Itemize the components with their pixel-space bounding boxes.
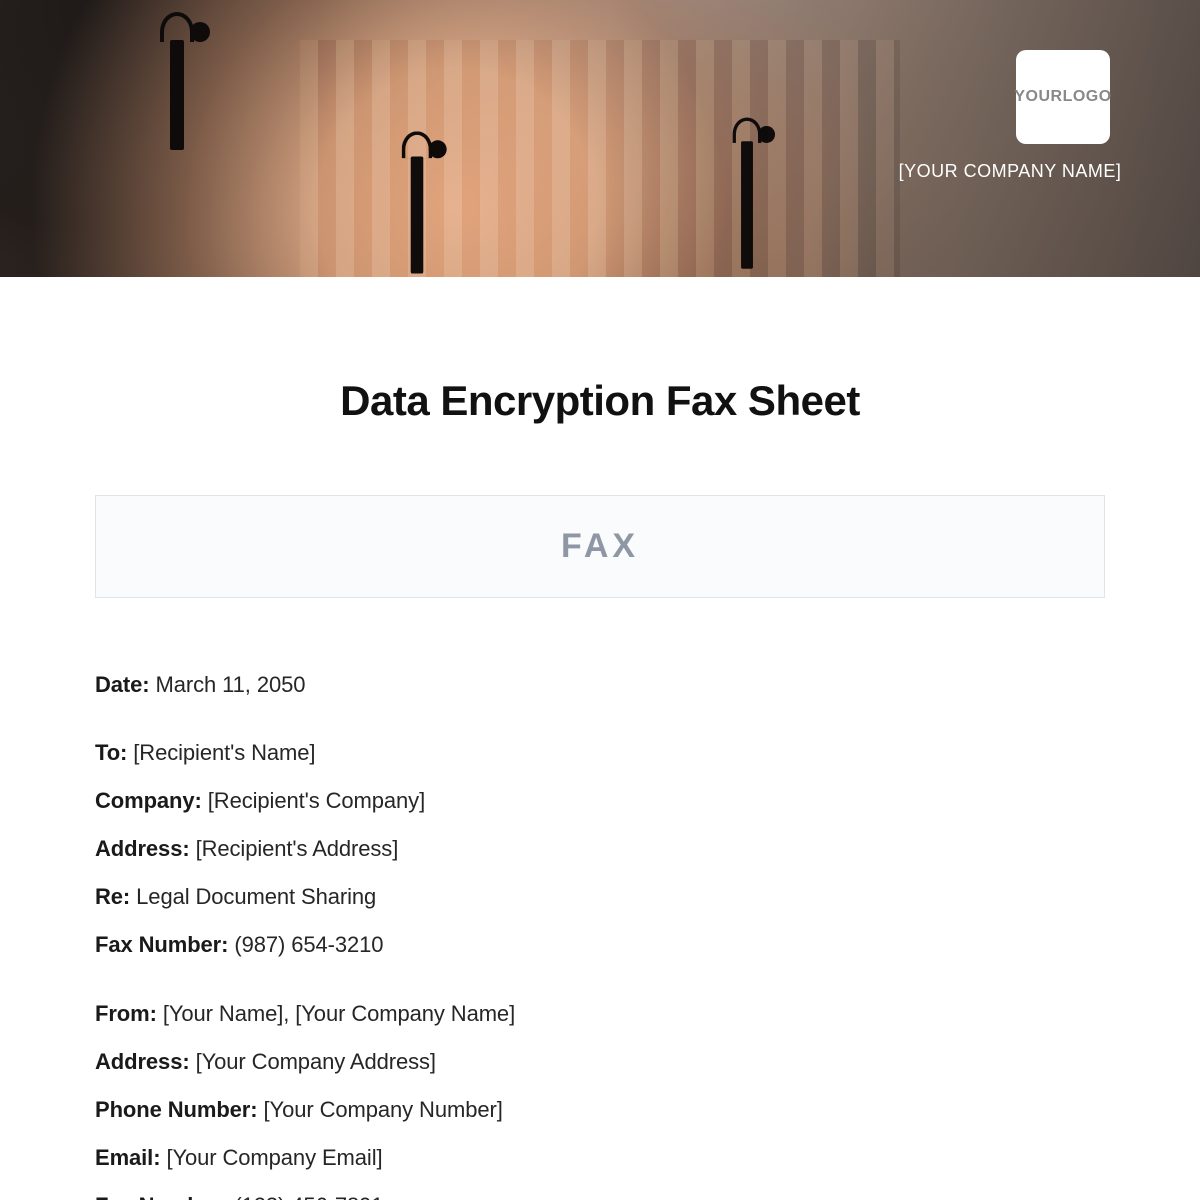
header-banner: YOUR LOGO [YOUR COMPANY NAME] xyxy=(0,0,1200,277)
field-address-recipient: Address: [Recipient's Address] xyxy=(95,832,1105,866)
logo-placeholder: YOUR LOGO xyxy=(1016,50,1110,144)
label-re: Re: xyxy=(95,884,130,909)
value-date: March 11, 2050 xyxy=(156,672,306,697)
value-address-recipient: [Recipient's Address] xyxy=(196,836,399,861)
label-fax-number-sender: Fax Number: xyxy=(95,1193,228,1200)
value-phone: [Your Company Number] xyxy=(264,1097,503,1122)
field-phone: Phone Number: [Your Company Number] xyxy=(95,1093,1105,1127)
label-to: To: xyxy=(95,740,127,765)
value-company: [Recipient's Company] xyxy=(208,788,425,813)
field-company: Company: [Recipient's Company] xyxy=(95,784,1105,818)
field-fax-recipient: Fax Number: (987) 654-3210 xyxy=(95,928,1105,962)
value-fax-recipient: (987) 654-3210 xyxy=(234,932,383,957)
value-to: [Recipient's Name] xyxy=(133,740,315,765)
field-from: From: [Your Name], [Your Company Name] xyxy=(95,997,1105,1031)
decorative-lamp-icon xyxy=(170,40,184,150)
field-re: Re: Legal Document Sharing xyxy=(95,880,1105,914)
label-address-sender: Address: xyxy=(95,1049,190,1074)
value-address-sender: [Your Company Address] xyxy=(196,1049,436,1074)
decorative-lamp-icon xyxy=(741,141,753,269)
decorative-lamp-icon xyxy=(411,157,424,274)
value-fax-sender: (123) 456-7891 xyxy=(234,1193,383,1200)
logo-text-line2: LOGO xyxy=(1063,88,1112,106)
value-from: [Your Name], [Your Company Name] xyxy=(163,1001,515,1026)
field-email: Email: [Your Company Email] xyxy=(95,1141,1105,1175)
value-re: Legal Document Sharing xyxy=(136,884,376,909)
label-from: From: xyxy=(95,1001,157,1026)
fax-bar: FAX xyxy=(95,495,1105,598)
field-fax-sender: Fax Number: (123) 456-7891 xyxy=(95,1189,1105,1200)
label-company: Company: xyxy=(95,788,202,813)
field-date: Date: March 11, 2050 xyxy=(95,668,1105,702)
value-email: [Your Company Email] xyxy=(166,1145,382,1170)
label-date: Date: xyxy=(95,672,150,697)
fax-fields: Date: March 11, 2050 To: [Recipient's Na… xyxy=(95,668,1105,1200)
label-phone-number: Phone Number: xyxy=(95,1097,258,1122)
field-address-sender: Address: [Your Company Address] xyxy=(95,1045,1105,1079)
page-title: Data Encryption Fax Sheet xyxy=(95,377,1105,425)
document-body: Data Encryption Fax Sheet FAX Date: Marc… xyxy=(0,377,1200,1200)
logo-text-line1: YOUR xyxy=(1014,88,1062,106)
label-email: Email: xyxy=(95,1145,160,1170)
label-fax-number: Fax Number: xyxy=(95,932,228,957)
label-address: Address: xyxy=(95,836,190,861)
company-name: [YOUR COMPANY NAME] xyxy=(860,161,1160,182)
field-to: To: [Recipient's Name] xyxy=(95,736,1105,770)
